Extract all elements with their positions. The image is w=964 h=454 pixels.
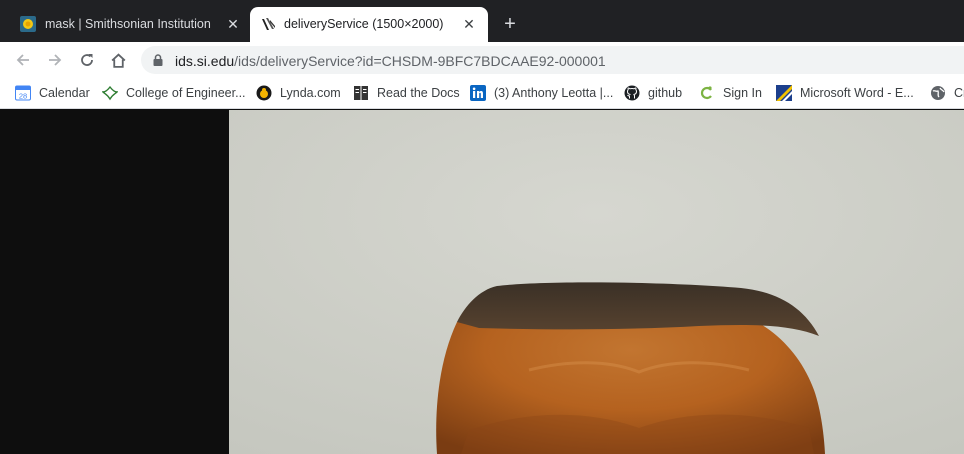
reload-button[interactable] [76, 49, 98, 71]
tab-title: deliveryService (1500×2000) [284, 17, 444, 31]
bookmark-readthedocs[interactable]: Read the Docs [353, 82, 460, 104]
lock-icon [153, 54, 163, 66]
forward-button[interactable] [44, 49, 66, 71]
bookmark-linkedin[interactable]: (3) Anthony Leotta |... [470, 82, 613, 104]
close-tab-icon[interactable]: ✕ [460, 15, 478, 33]
back-button[interactable] [12, 49, 34, 71]
github-icon [624, 85, 640, 101]
tab-delivery-service[interactable]: deliveryService (1500×2000) ✕ [250, 7, 488, 42]
readthedocs-icon [353, 85, 369, 101]
bookmark-label: Cr [954, 86, 964, 100]
tab-title: mask | Smithsonian Institution [45, 17, 211, 31]
mask-image [229, 110, 964, 454]
image-thumbnail-icon [260, 16, 276, 32]
bookmark-signin[interactable]: Sign In [699, 82, 762, 104]
svg-text:28: 28 [19, 92, 27, 101]
bookmark-college[interactable]: College of Engineer... [102, 82, 246, 104]
new-tab-button[interactable]: + [499, 13, 521, 35]
bookmark-label: (3) Anthony Leotta |... [494, 86, 614, 100]
smithsonian-sun-icon [20, 16, 36, 32]
bookmark-word-doc[interactable]: Microsoft Word - E... [776, 82, 914, 104]
home-button[interactable] [107, 49, 129, 71]
url-text: ids.si.edu/ids/deliveryService?id=CHSDM-… [175, 53, 606, 69]
forward-arrow-icon [49, 54, 62, 66]
bookmark-label: Calendar [39, 86, 90, 100]
college-icon [102, 85, 118, 101]
url-path: /ids/deliveryService?id=CHSDM-9BFC7BDCAA… [234, 53, 606, 69]
bookmark-label: College of Engineer... [126, 86, 246, 100]
bookmark-label: Sign In [723, 86, 762, 100]
bookmarks-bar: 28 Calendar College of Engineer... Lynda… [0, 78, 964, 109]
mask-photo[interactable] [229, 110, 964, 454]
bookmark-label: github [648, 86, 683, 100]
bookmark-label: Lynda.com [280, 86, 341, 100]
home-icon [111, 52, 125, 68]
browser-toolbar: ids.si.edu/ids/deliveryService?id=CHSDM-… [0, 42, 964, 78]
signin-icon [699, 85, 715, 101]
calendar-icon: 28 [15, 85, 31, 101]
linkedin-icon [470, 85, 486, 101]
bookmark-github[interactable]: github [624, 82, 682, 104]
bookmark-label: Read the Docs [377, 86, 460, 100]
bookmark-lynda[interactable]: Lynda.com [256, 82, 341, 104]
close-tab-icon[interactable]: ✕ [224, 15, 242, 33]
lynda-icon [256, 85, 272, 101]
address-bar[interactable]: ids.si.edu/ids/deliveryService?id=CHSDM-… [141, 46, 964, 74]
back-arrow-icon [16, 54, 29, 66]
bookmark-label: Microsoft Word - E... [800, 86, 914, 100]
url-domain: ids.si.edu [175, 53, 235, 69]
word-doc-icon [776, 85, 792, 101]
image-viewer [0, 110, 964, 454]
reload-icon [81, 54, 93, 66]
bookmark-overflow[interactable]: Cr [930, 82, 964, 104]
globe-icon [930, 85, 946, 101]
tab-strip: mask | Smithsonian Institution ✕ deliver… [0, 0, 964, 42]
bookmark-calendar[interactable]: 28 Calendar [15, 82, 90, 104]
tab-smithsonian[interactable]: mask | Smithsonian Institution ✕ [0, 7, 250, 42]
